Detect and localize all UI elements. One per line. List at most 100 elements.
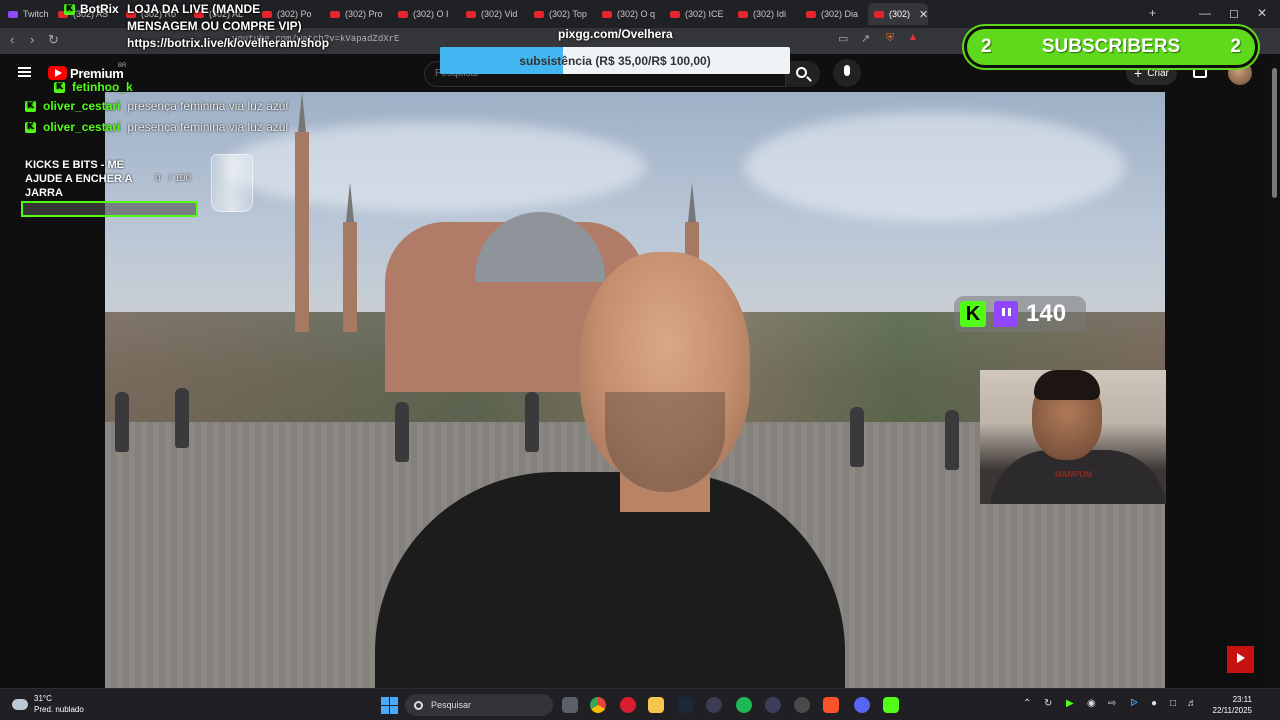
spotify-icon[interactable] [736, 697, 752, 713]
browser-tab[interactable]: (302) O I [392, 3, 458, 25]
obs-icon[interactable] [794, 697, 810, 713]
tab-label: Twitch [23, 9, 49, 19]
taskbar-search-label: Pesquisar [431, 700, 472, 710]
youtube-favicon-icon [874, 10, 884, 18]
channel-watermark-icon[interactable] [1227, 646, 1254, 673]
donation-goal-bar: subsistência (R$ 35,00/R$ 100,00) [440, 47, 790, 74]
youtube-favicon-icon [670, 10, 680, 18]
tray-arrow-icon[interactable]: ⇨ [1108, 698, 1116, 709]
pedestrian [175, 388, 189, 448]
browser-tab[interactable]: (302) ✕ [868, 3, 928, 25]
minimize-icon[interactable]: — [1199, 6, 1211, 20]
taskbar-clock[interactable]: 23:11 22/11/2025 [1206, 694, 1252, 716]
streamer-webcam: MAMPUM [980, 370, 1166, 504]
tab-label: (302) Vid [481, 9, 518, 19]
browser-tab[interactable]: (302) Idi [732, 3, 798, 25]
chat-text: presença feminina via luz azul [127, 99, 289, 113]
volume-icon[interactable]: ♬ [1187, 698, 1197, 709]
forward-icon[interactable]: › [30, 32, 34, 47]
brave-rewards-icon[interactable]: ▲ [908, 32, 918, 43]
weather-widget[interactable]: 31°C Pred. nublado [12, 693, 84, 715]
app-icon[interactable] [765, 697, 781, 713]
pedestrian [525, 392, 539, 452]
windows-taskbar: 31°C Pred. nublado Pesquisar ⌃ ↻ ▶ ◉ ⇨ ᐉ… [0, 688, 1280, 720]
file-explorer-icon[interactable] [648, 697, 664, 713]
taskbar-search[interactable]: Pesquisar [405, 694, 553, 716]
opera-icon[interactable] [620, 697, 636, 713]
cast-icon[interactable]: ▭ [838, 32, 848, 45]
cloud [225, 122, 645, 212]
back-icon[interactable]: ‹ [10, 32, 14, 47]
kick-icon: K [25, 121, 36, 133]
brave-icon[interactable] [823, 697, 839, 713]
tab-label: (302) ICE [685, 9, 724, 19]
close-tab-icon[interactable]: ✕ [919, 8, 928, 21]
browser-tab[interactable]: Twitch [2, 3, 50, 25]
bluetooth-icon[interactable]: ᐉ [1130, 698, 1138, 709]
share-icon[interactable]: ↗ [861, 32, 870, 45]
tab-label: (302) O I [413, 9, 449, 19]
chat-message: K oliver_cestari presença feminina via l… [25, 99, 288, 113]
discord-icon[interactable] [854, 697, 870, 713]
subs-count-right: 2 [1230, 36, 1241, 57]
search-button[interactable] [786, 61, 820, 87]
hamburger-menu-icon[interactable] [18, 67, 31, 77]
youtube-favicon-icon [806, 10, 816, 18]
goal-text: subsistência (R$ 35,00/R$ 100,00) [519, 54, 711, 68]
start-icon[interactable] [381, 697, 398, 714]
kick-icon: K [960, 301, 986, 327]
scrollbar-thumb[interactable] [1272, 68, 1277, 198]
country-code: BR [118, 63, 127, 69]
botrix-label: BotRix [80, 2, 119, 16]
tray-sync-icon[interactable]: ↻ [1044, 698, 1052, 709]
reload-icon[interactable]: ↻ [48, 32, 59, 48]
chat-username: oliver_cestari [43, 120, 121, 134]
youtube-favicon-icon [330, 10, 340, 18]
pix-url-label: pixgg.com/Ovelhera [558, 27, 673, 41]
browser-tab[interactable]: (302) O q [596, 3, 662, 25]
voice-search-icon[interactable] [833, 59, 861, 87]
mic-icon[interactable]: ● [1151, 698, 1157, 709]
tray-app-icon[interactable]: ◉ [1087, 698, 1096, 709]
shirt-logo: MAMPUM [1055, 470, 1092, 479]
tab-label: (302) Pro [345, 9, 383, 19]
viewer-counter: K 140 [954, 296, 1086, 332]
browser-tab[interactable]: (302) ICE [664, 3, 730, 25]
youtube-premium-logo[interactable]: Premium [70, 66, 124, 81]
kick-app-icon[interactable] [883, 697, 899, 713]
youtube-logo-icon[interactable] [48, 66, 67, 80]
youtube-favicon-icon [602, 10, 612, 18]
app-icon[interactable] [706, 697, 722, 713]
twitch-favicon-icon [8, 10, 18, 18]
kicks-progress-bar [21, 201, 198, 217]
tab-label: (302) Top [549, 9, 587, 19]
tray-chevron-icon[interactable]: ⌃ [1023, 698, 1031, 709]
new-tab-button[interactable]: + [1149, 6, 1156, 20]
pedestrian [850, 407, 864, 467]
store-message: LOJA DA LIVE (MANDE MENSAGEM OU COMPRE V… [127, 2, 330, 50]
cloud-icon [12, 698, 28, 710]
botrix-badge: K BotRix [64, 2, 119, 16]
chat-username: oliver_cestari [43, 99, 121, 113]
task-view-icon[interactable] [562, 697, 578, 713]
browser-tab[interactable]: (302) Pro [324, 3, 390, 25]
kicks-goal-count: 0 / 100 [155, 173, 191, 184]
browser-tab[interactable]: (302) Vid [460, 3, 526, 25]
maximize-icon[interactable]: ◻ [1229, 6, 1239, 20]
tab-label: (302) Idi [753, 9, 787, 19]
subs-count-left: 2 [981, 36, 992, 57]
create-label: Criar [1147, 67, 1169, 79]
brave-shield-icon[interactable]: ⛨ [886, 32, 894, 45]
subs-label: SUBSCRIBERS [1041, 36, 1181, 57]
kicks-target: / 100 [168, 173, 192, 184]
chrome-icon[interactable] [590, 697, 606, 713]
chat-message: K oliver_cestari presença feminina via l… [25, 120, 288, 134]
browser-tab[interactable]: (302) Top [528, 3, 594, 25]
tray-play-icon[interactable]: ▶ [1066, 698, 1074, 709]
close-window-icon[interactable]: ✕ [1257, 6, 1267, 20]
network-icon[interactable]: □ [1170, 698, 1176, 709]
kick-icon: K [54, 81, 65, 93]
kicks-goal-label: KICKS E BITS - ME AJUDE A ENCHER A JARRA [25, 159, 133, 199]
steam-icon[interactable] [677, 697, 693, 713]
browser-tab[interactable]: (302) Dia [800, 3, 866, 25]
